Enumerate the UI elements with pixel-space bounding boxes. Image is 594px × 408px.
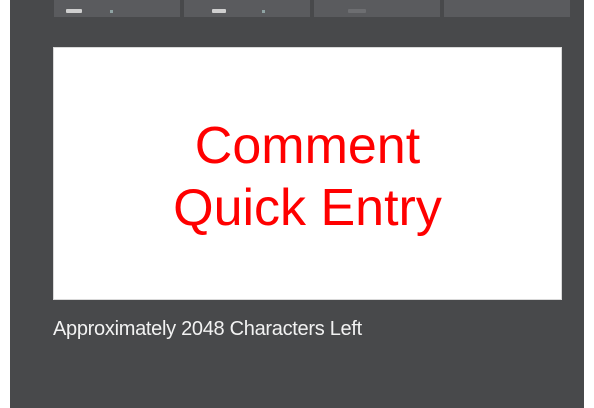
tab-1-icon	[66, 9, 82, 13]
placeholder-line-1: Comment	[194, 116, 421, 175]
comment-placeholder: Comment Quick Entry	[173, 115, 442, 239]
toolbar-tab-4[interactable]	[444, 0, 570, 17]
tab-3-icon	[348, 9, 366, 13]
toolbar-tab-3[interactable]	[314, 0, 440, 17]
toolbar-tab-strip	[54, 0, 570, 17]
tab-2-indicator	[262, 10, 265, 13]
toolbar-tab-2[interactable]	[184, 0, 310, 17]
comment-text-area[interactable]: Comment Quick Entry	[53, 47, 562, 300]
toolbar-tab-1[interactable]	[54, 0, 180, 17]
comment-panel: Comment Quick Entry Approximately 2048 C…	[10, 0, 584, 408]
characters-left-counter: Approximately 2048 Characters Left	[53, 318, 362, 340]
tab-1-indicator	[110, 10, 113, 13]
tab-2-icon	[212, 9, 226, 13]
placeholder-line-2: Quick Entry	[173, 178, 442, 237]
